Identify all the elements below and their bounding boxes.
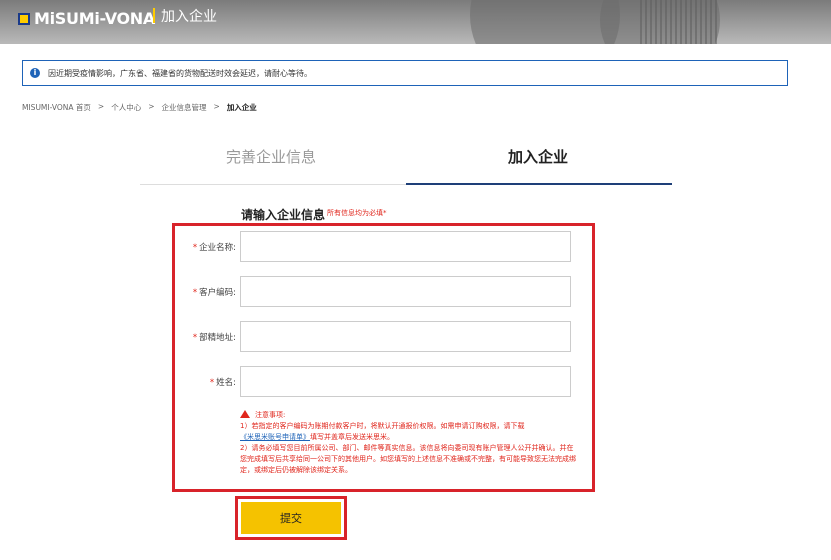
notes-block: 注意事项: 1）若指定的客户编码为账期付款客户时，将默认开通报价权限。如需申请订…: [240, 410, 580, 476]
decorative-stripes: [640, 0, 720, 44]
name-label: * 姓名:: [166, 376, 236, 388]
company-name-input[interactable]: [240, 231, 571, 262]
warning-icon: [240, 410, 250, 418]
top-header: MiSUMi-VONA 加入企业: [0, 0, 831, 44]
customer-code-label-text: 客户编码:: [199, 288, 236, 298]
tab-complete-company-info[interactable]: 完善企业信息: [226, 146, 316, 167]
required-note: 所有信息均为必填*: [327, 209, 387, 217]
required-star: *: [209, 378, 215, 388]
tab-join-company[interactable]: 加入企业: [508, 146, 568, 167]
info-icon: i: [30, 68, 40, 78]
required-star: *: [192, 288, 198, 298]
name-input[interactable]: [240, 366, 571, 397]
breadcrumb-separator: >: [97, 102, 105, 111]
logo[interactable]: MiSUMi-VONA: [18, 9, 155, 28]
breadcrumb-company-info[interactable]: 企业信息管理: [162, 102, 207, 113]
highlight-box-submit: 提交: [235, 496, 347, 540]
email-address-label: * 部精地址:: [166, 331, 236, 343]
required-star: *: [192, 243, 198, 253]
customer-code-label: * 客户编码:: [166, 286, 236, 298]
breadcrumb-separator: >: [213, 102, 220, 111]
name-label-text: 姓名:: [216, 378, 236, 388]
notice-text: 因近期受疫情影响，广东省、福建省的货物配送时效会延迟，请耐心等待。: [48, 68, 312, 78]
email-address-input[interactable]: [240, 321, 571, 352]
required-star: *: [192, 333, 198, 343]
header-divider: [153, 8, 155, 23]
logo-mark-icon: [18, 12, 30, 25]
breadcrumb-current: 加入企业: [226, 103, 257, 112]
notes-line-1: 1）若指定的客户编码为账期付款客户时，将默认开通报价权限。如需申请订购权限，请下…: [240, 422, 525, 430]
tab-divider: [140, 184, 406, 185]
active-tab-underline: [406, 183, 672, 185]
email-address-label-text: 部精地址:: [199, 333, 236, 343]
page-title: 加入企业: [161, 9, 217, 25]
breadcrumb: MISUMI-VONA 首页 > 个人中心 > 企业信息管理 > 加入企业: [22, 102, 257, 113]
company-name-label: * 企业名称:: [166, 241, 236, 253]
company-name-label-text: 企业名称:: [199, 243, 236, 253]
decorative-gear: [470, 0, 620, 44]
submit-button[interactable]: 提交: [241, 502, 341, 534]
breadcrumb-home[interactable]: MISUMI-VONA 首页: [22, 102, 91, 113]
breadcrumb-separator: >: [148, 102, 155, 111]
breadcrumb-personal-center[interactable]: 个人中心: [111, 102, 141, 113]
form-title: 请输入企业信息: [241, 208, 326, 222]
application-form-link[interactable]: 《米思米账号申请单》: [240, 433, 310, 441]
tab-bar: 完善企业信息 加入企业: [140, 146, 672, 186]
logo-text: MiSUMi-VONA: [34, 9, 155, 28]
notes-line-2: 2）请务必填写您目前所属公司、部门、邮件等真实信息。该信息将向委司现有账户管理人…: [240, 444, 576, 474]
notice-banner: i 因近期受疫情影响，广东省、福建省的货物配送时效会延迟，请耐心等待。: [22, 60, 788, 86]
notes-line-1b: 填写并盖章后发送米思米。: [310, 433, 394, 441]
notes-heading: 注意事项:: [255, 411, 286, 419]
customer-code-input[interactable]: [240, 276, 571, 307]
